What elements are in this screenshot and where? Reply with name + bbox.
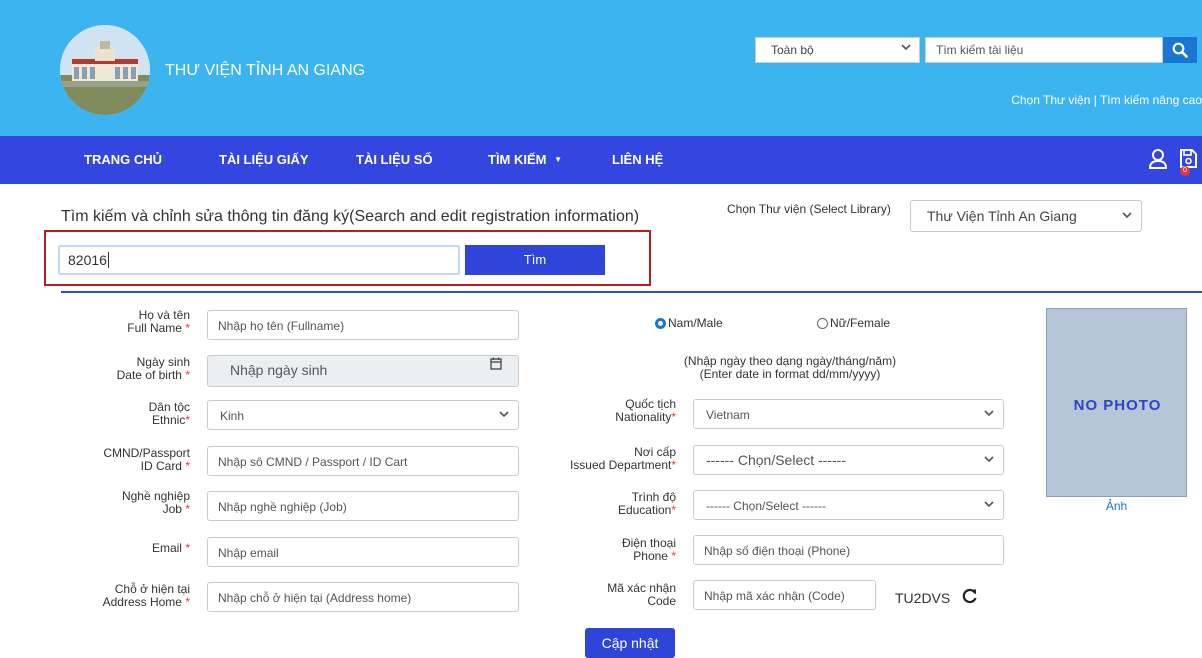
search-button[interactable] xyxy=(1163,37,1197,63)
library-select-label: Chọn Thư viện (Select Library) xyxy=(727,202,891,216)
code-label: Mã xác nhận Code xyxy=(607,581,676,608)
address-label: Chỗ ở hiện tại Address Home * xyxy=(102,582,190,609)
issued-department-select[interactable]: ------ Chọn/Select ------ xyxy=(693,445,1004,475)
library-logo[interactable] xyxy=(60,25,150,115)
id-card-input[interactable]: Nhập sô CMND / Passport / ID Cart xyxy=(207,446,519,476)
job-label: Nghề nghiệp Job * xyxy=(121,489,190,516)
email-label: Email * xyxy=(151,541,190,555)
site-title[interactable]: THƯ VIỆN TỈNH AN GIANG xyxy=(165,62,365,80)
dob-input[interactable]: Nhập ngày sinh xyxy=(207,355,519,387)
registration-number-input[interactable]: 82016 xyxy=(58,245,460,275)
email-input[interactable]: Nhập email xyxy=(207,537,519,567)
chevron-down-icon xyxy=(1121,209,1133,224)
fullname-input[interactable]: Nhập họ tên (Fullname) xyxy=(207,310,519,340)
find-button[interactable]: Tìm xyxy=(465,245,605,275)
header-links[interactable]: Chọn Thư viện | Tìm kiếm nâng cao xyxy=(1011,93,1202,107)
nationality-label: Quốc tịch Nationality* xyxy=(615,397,676,424)
main-nav: TRANG CHỦ TÀI LIỆU GIẤY TÀI LIỆU SỐ TÌM … xyxy=(0,136,1202,184)
address-input[interactable]: Nhập chỗ ở hiện tại (Address home) xyxy=(207,582,519,612)
no-photo-text: NO PHOTO xyxy=(1073,397,1162,414)
radio-unchecked-icon xyxy=(817,317,828,329)
cart-count-badge: 0 xyxy=(1180,166,1190,176)
search-input[interactable]: Tìm kiếm tài liệu xyxy=(925,37,1163,63)
nav-item-contact[interactable]: LIÊN HỆ xyxy=(612,152,663,167)
chevron-down-icon xyxy=(983,498,995,513)
library-select[interactable]: Thư Viện Tỉnh An Giang xyxy=(910,200,1142,232)
search-scope-select[interactable]: Toàn bộ xyxy=(755,37,920,63)
section-divider xyxy=(61,291,1202,293)
chevron-down-icon xyxy=(983,453,995,468)
chevron-down-icon xyxy=(983,407,995,422)
nationality-select[interactable]: Vietnam xyxy=(693,399,1004,429)
radio-checked-icon xyxy=(655,317,666,329)
phone-label: Điện thoại Phone * xyxy=(621,536,676,563)
job-input[interactable]: Nhập nghề nghiệp (Job) xyxy=(207,491,519,521)
gender-female-radio[interactable]: Nữ/Female xyxy=(817,316,890,330)
id-card-label: CMND/Passport ID Card * xyxy=(103,446,190,473)
nav-item-search-label: TÌM KIẾM xyxy=(488,152,547,167)
search-placeholder: Tìm kiếm tài liệu xyxy=(936,43,1024,57)
education-label: Trình độ Education* xyxy=(617,490,676,517)
page-title: Tìm kiếm và chỉnh sửa thông tin đăng ký(… xyxy=(61,208,640,225)
search-icon xyxy=(1172,42,1188,58)
education-select[interactable]: ------ Chọn/Select ------ xyxy=(693,490,1004,520)
dob-label: Ngày sinh Date of birth * xyxy=(116,355,190,382)
user-icon[interactable] xyxy=(1148,148,1168,175)
nav-item-search[interactable]: TÌM KIẾM ▼ xyxy=(488,152,562,167)
dropdown-caret-icon: ▼ xyxy=(554,155,563,164)
registration-number-value: 82016 xyxy=(68,252,107,268)
site-header: THƯ VIỆN TỈNH AN GIANG Toàn bộ Tìm kiếm … xyxy=(0,0,1202,136)
nav-item-digital-docs[interactable]: TÀI LIỆU SỐ xyxy=(356,152,433,167)
profile-photo-placeholder[interactable]: NO PHOTO xyxy=(1046,308,1187,497)
update-button[interactable]: Cập nhật xyxy=(585,628,675,658)
photo-link[interactable]: Ảnh xyxy=(1046,499,1187,513)
captcha-input[interactable]: Nhập mã xác nhận (Code) xyxy=(693,580,876,610)
scope-select-value: Toàn bộ xyxy=(771,43,814,57)
ethnic-select[interactable]: Kinh xyxy=(207,400,519,430)
fullname-label: Họ và tên Full Name * xyxy=(127,308,190,335)
issued-department-label: Nơi cấp Issued Department* xyxy=(569,445,676,472)
chevron-down-icon xyxy=(901,41,911,55)
nav-item-paper-docs[interactable]: TÀI LIỆU GIẤY xyxy=(219,152,309,167)
captcha-code: TU2DVS xyxy=(895,590,951,606)
gender-male-radio[interactable]: Nam/Male xyxy=(655,316,723,330)
ethnic-label: Dân tộc Ethnic* xyxy=(148,400,190,427)
date-format-hint: (Nhập ngày theo dạng ngày/tháng/năm) (En… xyxy=(683,354,897,381)
library-select-value: Thư Viện Tỉnh An Giang xyxy=(927,208,1077,224)
nav-item-home[interactable]: TRANG CHỦ xyxy=(84,152,162,167)
phone-input[interactable]: Nhập số điện thoại (Phone) xyxy=(693,535,1004,565)
refresh-icon[interactable] xyxy=(962,588,978,609)
calendar-icon[interactable] xyxy=(490,357,502,375)
